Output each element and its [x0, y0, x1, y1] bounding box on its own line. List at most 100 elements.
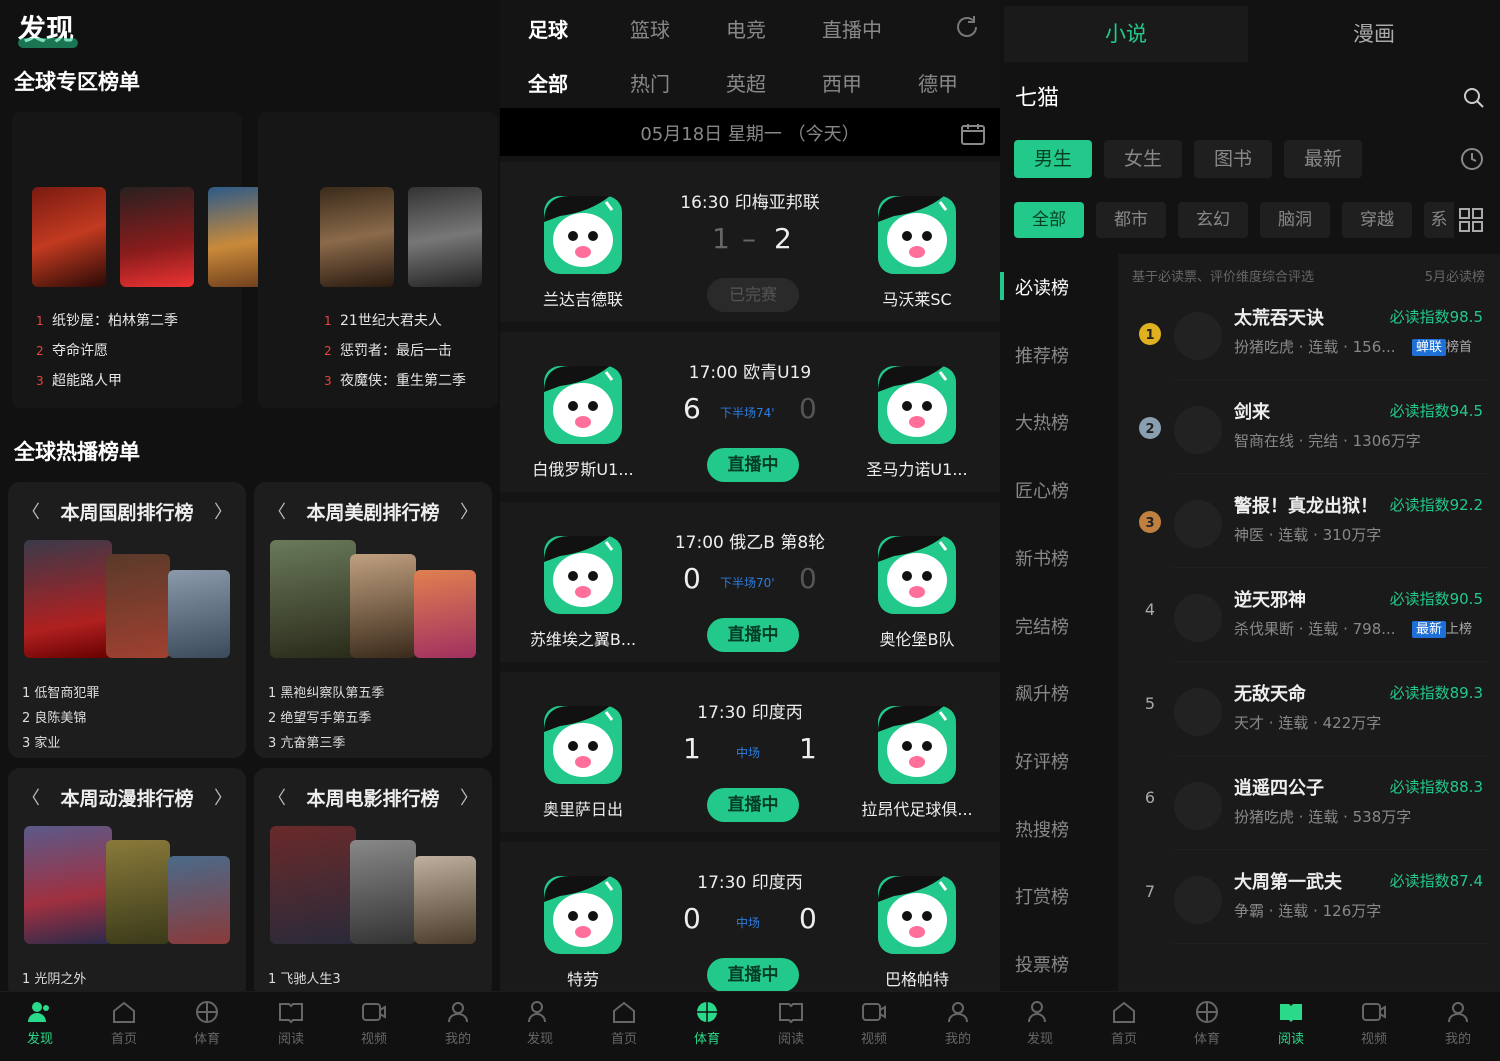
side-item[interactable]: 热搜榜: [1000, 816, 1118, 842]
side-item[interactable]: 推荐榜: [1000, 342, 1118, 368]
chevron-right-icon[interactable]: 〉: [460, 498, 478, 524]
match-status[interactable]: 直播中: [707, 448, 799, 482]
book-cover[interactable]: [1174, 500, 1222, 548]
search-icon[interactable]: [1462, 86, 1486, 110]
match-card[interactable]: 白俄罗斯U1... 圣马力诺U1... 17:00 欧青U19 6 0 下半场74' 直播中: [500, 332, 1000, 492]
nav-home[interactable]: 首页: [594, 1000, 654, 1047]
match-status[interactable]: 直播中: [707, 618, 799, 652]
card-item[interactable]: 2 良陈美锦: [22, 707, 86, 726]
match-card[interactable]: 特劳 巴格帕特 17:30 印度丙 0 0 中场 直播中: [500, 842, 1000, 1002]
poster-hacks[interactable]: [350, 554, 416, 658]
league-all[interactable]: 全部: [528, 68, 568, 97]
nav-me[interactable]: 我的: [428, 1000, 488, 1047]
genre-system[interactable]: 系: [1424, 202, 1454, 238]
tab-live[interactable]: 直播中: [822, 14, 882, 43]
genre-brainstorm[interactable]: 脑洞: [1260, 202, 1330, 238]
chevron-right-icon[interactable]: 〉: [214, 784, 232, 810]
poster-liangchen[interactable]: [106, 554, 170, 658]
filter-latest[interactable]: 最新: [1284, 140, 1362, 178]
nav-sports[interactable]: 体育: [177, 1000, 237, 1047]
card-item[interactable]: 1 飞驰人生3: [268, 968, 341, 987]
side-item[interactable]: 飙升榜: [1000, 680, 1118, 706]
card-item[interactable]: 3 家业: [22, 732, 60, 751]
card-item[interactable]: 1 低智商犯罪: [22, 682, 99, 701]
card-anime[interactable]: 〈 本周动漫排行榜 〉 1 光阴之外: [8, 768, 246, 998]
card-item[interactable]: 3 亢奋第三季: [268, 732, 345, 751]
nav-video[interactable]: 视频: [844, 1000, 904, 1047]
league-epl[interactable]: 英超: [726, 68, 766, 97]
grid-icon[interactable]: [1458, 207, 1484, 233]
poster-punisher-2[interactable]: [350, 840, 416, 944]
card-us-drama[interactable]: 〈 本周美剧排行榜 〉 1 黑袍纠察队第五季 2 绝望写手第五季 3 亢奋第三季: [254, 482, 492, 758]
side-item[interactable]: 打赏榜: [1000, 883, 1118, 909]
zone-left-item-1[interactable]: 1 纸钞屋：柏林第二季: [36, 310, 178, 330]
tab-novel[interactable]: 小说: [1004, 6, 1248, 62]
tab-football[interactable]: 足球: [528, 14, 568, 43]
nav-sports[interactable]: 体育: [1177, 1000, 1237, 1047]
book-cover[interactable]: [1174, 876, 1222, 924]
book-cover[interactable]: [1174, 688, 1222, 736]
card-item[interactable]: 1 光阴之外: [22, 968, 86, 987]
card-movie[interactable]: 〈 本周电影排行榜 〉 1 飞驰人生3: [254, 768, 492, 998]
tab-basketball[interactable]: 篮球: [630, 14, 670, 43]
match-card[interactable]: 兰达吉德联 马沃莱SC 16:30 印梅亚邦联 1–2 已完赛: [500, 162, 1000, 322]
book-cover[interactable]: [1174, 406, 1222, 454]
genre-fantasy[interactable]: 玄幻: [1178, 202, 1248, 238]
league-bundesliga[interactable]: 德甲: [918, 68, 958, 97]
match-status[interactable]: 直播中: [707, 788, 799, 822]
nav-discover[interactable]: 发现: [1010, 1000, 1070, 1047]
nav-sports[interactable]: 体育: [677, 1000, 737, 1047]
nav-discover[interactable]: 发现: [10, 1000, 70, 1047]
genre-timetravel[interactable]: 穿越: [1342, 202, 1412, 238]
refresh-icon[interactable]: [954, 14, 980, 40]
filter-female[interactable]: 女生: [1104, 140, 1182, 178]
match-card[interactable]: 苏维埃之翼B... 奥伦堡B队 17:00 俄乙B 第8轮 0 0 下半场70' 直播中: [500, 502, 1000, 662]
calendar-icon[interactable]: [960, 122, 986, 146]
match-status[interactable]: 已完赛: [707, 278, 799, 312]
poster-wish[interactable]: [120, 187, 194, 287]
chevron-right-icon[interactable]: 〉: [214, 498, 232, 524]
poster-grand-princess[interactable]: [320, 187, 394, 287]
book-cover[interactable]: [1174, 782, 1222, 830]
side-item[interactable]: 新书榜: [1000, 545, 1118, 571]
nav-home[interactable]: 首页: [94, 1000, 154, 1047]
card-cn-drama[interactable]: 〈 本周国剧排行榜 〉 1 低智商犯罪 2 良陈美锦 3 家业: [8, 482, 246, 758]
poster-anime-3[interactable]: [168, 856, 230, 944]
poster-punisher[interactable]: [408, 187, 482, 287]
book-cover[interactable]: [1174, 594, 1222, 642]
side-item[interactable]: 好评榜: [1000, 748, 1118, 774]
filter-books[interactable]: 图书: [1194, 140, 1272, 178]
poster-pegasus[interactable]: [270, 826, 356, 944]
tab-esports[interactable]: 电竞: [726, 14, 766, 43]
filter-male[interactable]: 男生: [1014, 140, 1092, 178]
nav-video[interactable]: 视频: [344, 1000, 404, 1047]
poster-berlin[interactable]: [32, 187, 106, 287]
poster-euphoria[interactable]: [414, 570, 476, 658]
poster-low-iq[interactable]: [24, 540, 112, 658]
tab-comic[interactable]: 漫画: [1252, 6, 1496, 62]
league-hot[interactable]: 热门: [630, 68, 670, 97]
zone-right-item-2[interactable]: 2 惩罚者：最后一击: [324, 340, 452, 360]
nav-video[interactable]: 视频: [1344, 1000, 1404, 1047]
nav-discover[interactable]: 发现: [510, 1000, 570, 1047]
card-item[interactable]: 1 黑袍纠察队第五季: [268, 682, 384, 701]
poster-drama[interactable]: [414, 856, 476, 944]
poster-guangyin[interactable]: [24, 826, 112, 944]
match-card[interactable]: 奥里萨日出 拉昂代足球俱... 17:30 印度丙 1 1 中场 直播中: [500, 672, 1000, 832]
nav-me[interactable]: 我的: [1428, 1000, 1488, 1047]
poster-jiaye[interactable]: [168, 570, 230, 658]
side-item[interactable]: 大热榜: [1000, 409, 1118, 435]
chevron-right-icon[interactable]: 〉: [460, 784, 478, 810]
zone-right-item-3[interactable]: 3 夜魔侠：重生第二季: [324, 370, 466, 390]
side-item[interactable]: 必读榜: [1000, 274, 1118, 300]
side-item[interactable]: 完结榜: [1000, 613, 1118, 639]
match-status[interactable]: 直播中: [707, 958, 799, 992]
nav-read[interactable]: 阅读: [1261, 1000, 1321, 1047]
zone-left-item-2[interactable]: 2 夺命许愿: [36, 340, 108, 360]
zone-right-item-1[interactable]: 1 21世纪大君夫人: [324, 310, 442, 330]
zone-left-item-3[interactable]: 3 超能路人甲: [36, 370, 122, 390]
nav-home[interactable]: 首页: [1094, 1000, 1154, 1047]
side-item[interactable]: 匠心榜: [1000, 477, 1118, 503]
date-bar[interactable]: 05月18日 星期一 （今天）: [500, 108, 1000, 156]
nav-read[interactable]: 阅读: [261, 1000, 321, 1047]
